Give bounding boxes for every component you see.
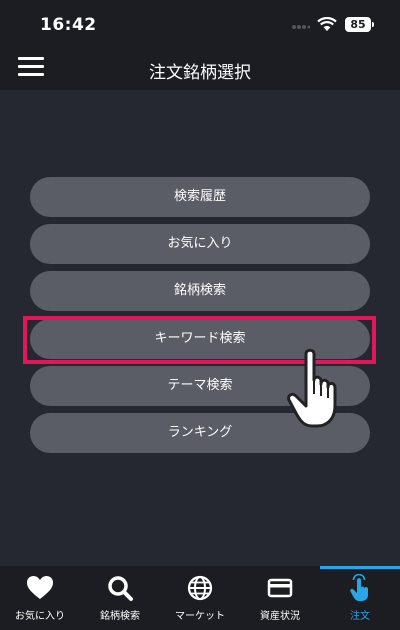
page-title: 注文銘柄選択	[149, 63, 251, 83]
tab-market[interactable]: マーケット	[160, 566, 240, 630]
status-time: 16:42	[40, 15, 97, 35]
tab-stock-search[interactable]: 銘柄検索	[80, 566, 160, 630]
tab-label: 銘柄検索	[100, 611, 140, 622]
tab-bar: お気に入り 銘柄検索 マーケット 資産状況 注文	[0, 566, 400, 630]
wifi-icon	[317, 17, 337, 31]
tab-label: お気に入り	[15, 611, 65, 622]
status-bar: 16:42 85	[0, 0, 400, 48]
tap-hand-icon	[350, 574, 368, 601]
tab-assets[interactable]: 資産状況	[240, 566, 320, 630]
tab-label: 資産状況	[260, 611, 300, 622]
search-icon	[108, 576, 133, 601]
tab-label: 注文	[350, 611, 370, 622]
card-icon	[267, 578, 293, 598]
tab-label: マーケット	[175, 611, 225, 622]
battery-tip	[372, 22, 374, 27]
pointing-hand-icon	[287, 348, 337, 428]
battery-icon: 85	[345, 17, 371, 32]
nav-bar: 注文銘柄選択	[0, 48, 400, 90]
favorites-button[interactable]: お気に入り	[30, 224, 370, 264]
heart-icon	[27, 576, 53, 599]
search-history-button[interactable]: 検索履歴	[30, 177, 370, 217]
tab-order[interactable]: 注文	[320, 566, 400, 630]
tab-favorites[interactable]: お気に入り	[0, 566, 80, 630]
cellular-signal-icon	[292, 25, 310, 29]
globe-icon	[187, 575, 213, 601]
stock-search-button[interactable]: 銘柄検索	[30, 271, 370, 311]
